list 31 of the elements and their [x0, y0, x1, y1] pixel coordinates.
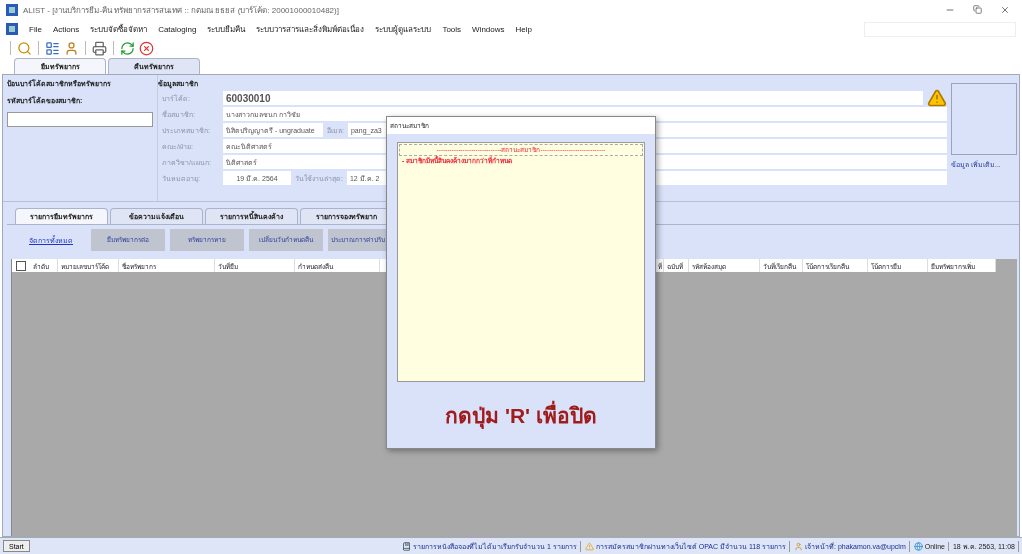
menu-item[interactable]: ระบบวารสารและสิ่งพิมพ์ต่อเนื่อง	[256, 22, 365, 36]
form-icon[interactable]	[45, 40, 60, 56]
app-logo-icon	[6, 4, 18, 16]
menu-item[interactable]: Actions	[52, 24, 80, 34]
field-value: 60030010	[223, 91, 923, 105]
menu-item[interactable]: Windows	[472, 24, 505, 34]
close-hint: กดปุ่ม 'R' เพื่อปิด	[387, 382, 655, 448]
refresh-icon[interactable]	[120, 40, 135, 56]
person-icon[interactable]	[64, 40, 79, 56]
menu-item[interactable]: Tools	[442, 24, 462, 34]
menu-item[interactable]: Cataloging	[158, 24, 197, 34]
printer-icon[interactable]	[92, 40, 107, 56]
user-icon	[794, 541, 804, 551]
window-title: ALIST - [งานบริการยืม-คืน ทรัพยากรสารสนเทศ :: กตมณ ยธยส (บาร์โค้ด: 20001000010482)]	[23, 4, 340, 17]
photo-frame	[951, 83, 1017, 155]
warning-icon	[927, 88, 947, 108]
menu-item[interactable]: File	[29, 24, 42, 34]
globe-icon	[913, 541, 923, 551]
menu-item[interactable]: Help	[515, 24, 532, 34]
menu-item[interactable]: ระบบจัดซื้อจัดหา	[90, 22, 148, 36]
close-icon[interactable]	[139, 40, 154, 56]
menu-item[interactable]: ระบบยืมคืน	[207, 22, 246, 36]
checkbox[interactable]	[16, 261, 26, 271]
restore-icon[interactable]	[973, 5, 982, 14]
book-icon	[401, 541, 411, 551]
barcode-input[interactable]	[7, 112, 153, 127]
app-logo-icon	[6, 23, 18, 35]
close-icon[interactable]	[1000, 5, 1010, 15]
search-icon[interactable]	[17, 40, 32, 56]
warning-icon	[584, 541, 594, 551]
menu-item[interactable]: ระบบผู้ดูแลระบบ	[375, 22, 432, 36]
